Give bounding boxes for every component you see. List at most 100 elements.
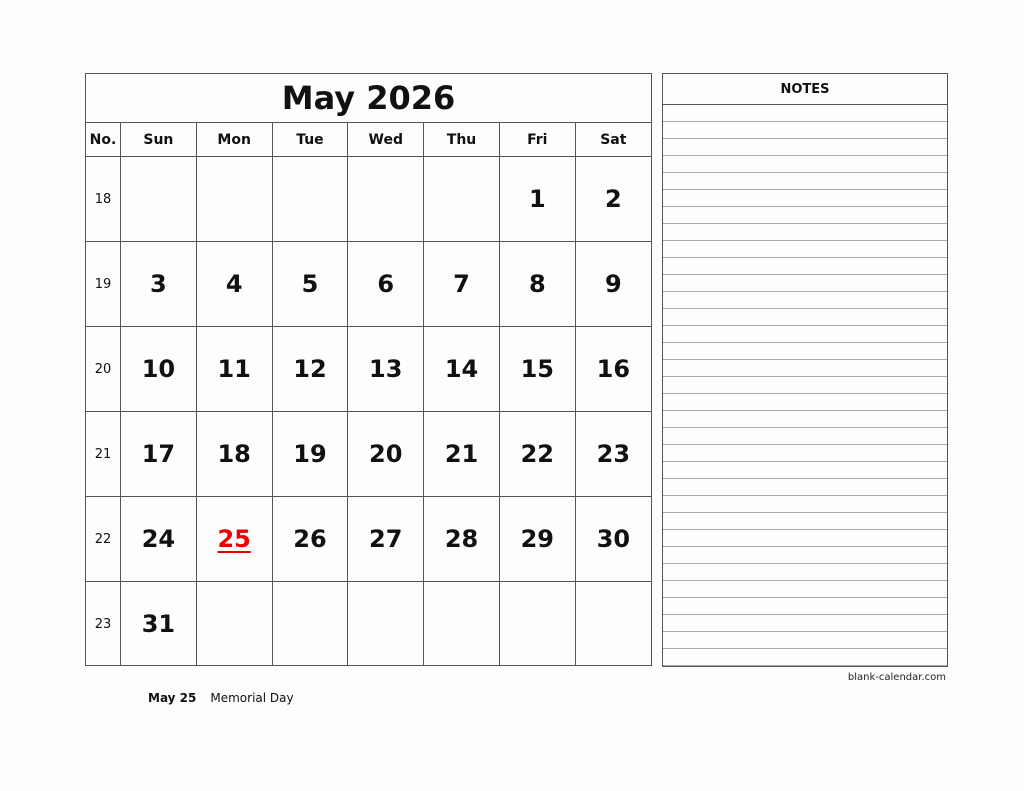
weekday-header: Wed <box>347 123 425 157</box>
day-cell[interactable]: 4 <box>195 241 273 327</box>
week-number-header: No. <box>86 123 121 157</box>
day-cell[interactable]: 13 <box>347 326 425 412</box>
day-cell[interactable] <box>423 581 500 666</box>
holiday-date: May 25 <box>148 691 197 705</box>
day-number: 19 <box>293 440 327 468</box>
site-credit: blank-calendar.com <box>847 672 946 683</box>
day-cell[interactable]: 2 <box>574 156 651 242</box>
week-number: 23 <box>86 581 121 666</box>
weekday-header: Tue <box>271 123 349 157</box>
day-cell[interactable]: 21 <box>423 411 500 497</box>
day-number: 14 <box>444 355 479 383</box>
day-cell[interactable]: 30 <box>574 496 651 582</box>
day-number: 23 <box>596 440 631 468</box>
calendar-title: May 2026 <box>86 74 651 123</box>
day-number: 15 <box>520 355 554 383</box>
day-cell[interactable]: 28 <box>423 496 500 582</box>
day-cell[interactable] <box>195 581 273 666</box>
day-cell[interactable]: 16 <box>574 326 651 412</box>
calendar-grid: No. Sun Mon Tue Wed Thu Fri Sat 18 1 2 19 3 4 5 6 7 8 9 20… <box>86 123 651 666</box>
day-number: 17 <box>141 440 176 468</box>
day-cell[interactable]: 18 <box>195 411 273 497</box>
day-cell[interactable] <box>271 156 349 242</box>
day-cell[interactable]: 31 <box>120 581 197 666</box>
week-row: 19 3 4 5 6 7 8 9 <box>86 241 651 327</box>
calendar: May 2026 No. Sun Mon Tue Wed Thu Fri Sat 18 1 2 19… <box>85 73 652 666</box>
day-number: 11 <box>217 355 251 383</box>
day-cell[interactable]: 15 <box>498 326 576 412</box>
week-number: 20 <box>86 326 121 412</box>
day-number: 7 <box>453 270 470 298</box>
day-cell[interactable]: 12 <box>271 326 349 412</box>
notes-title: NOTES <box>663 74 947 105</box>
day-cell[interactable]: 5 <box>271 241 349 327</box>
weekday-header: Sun <box>120 123 197 157</box>
week-row: 22 24 25 26 27 28 29 30 <box>86 496 651 582</box>
day-cell[interactable]: 17 <box>120 411 197 497</box>
week-number: 22 <box>86 496 121 582</box>
day-cell[interactable]: 24 <box>120 496 197 582</box>
day-cell[interactable]: 14 <box>423 326 500 412</box>
day-number: 20 <box>369 440 403 468</box>
day-cell[interactable]: 20 <box>347 411 425 497</box>
week-number: 21 <box>86 411 121 497</box>
day-number: 16 <box>596 355 631 383</box>
day-number: 26 <box>293 525 327 553</box>
day-number: 24 <box>141 525 176 553</box>
day-number: 12 <box>293 355 327 383</box>
day-number: 6 <box>377 270 395 298</box>
day-number: 29 <box>520 525 554 553</box>
notes-lines[interactable] <box>663 105 947 666</box>
day-cell[interactable] <box>347 156 425 242</box>
day-number: 31 <box>141 610 176 638</box>
holiday-list: May 25 Memorial Day <box>148 691 294 705</box>
week-row: 20 10 11 12 13 14 15 16 <box>86 326 651 412</box>
week-row: 18 1 2 <box>86 156 651 242</box>
day-number: 27 <box>369 525 403 553</box>
day-cell[interactable] <box>271 581 349 666</box>
day-number: 30 <box>596 525 631 553</box>
day-cell[interactable]: 23 <box>574 411 651 497</box>
day-cell[interactable]: 11 <box>195 326 273 412</box>
weekday-header: Fri <box>498 123 576 157</box>
day-cell[interactable] <box>498 581 576 666</box>
day-number: 13 <box>369 355 403 383</box>
notes-panel: NOTES <box>662 73 948 667</box>
day-number: 25 <box>217 525 251 553</box>
day-cell[interactable]: 3 <box>120 241 197 327</box>
day-number: 8 <box>528 270 546 298</box>
day-cell[interactable] <box>574 581 651 666</box>
day-cell[interactable]: 6 <box>347 241 425 327</box>
day-cell[interactable]: 7 <box>423 241 500 327</box>
day-number: 5 <box>301 270 319 298</box>
day-number: 22 <box>520 440 554 468</box>
day-cell[interactable]: 19 <box>271 411 349 497</box>
day-cell[interactable]: 29 <box>498 496 576 582</box>
day-number: 18 <box>217 440 251 468</box>
day-cell[interactable] <box>195 156 273 242</box>
weekday-header: Thu <box>423 123 500 157</box>
week-row: 23 31 <box>86 581 651 666</box>
day-cell[interactable]: 25 <box>195 496 273 582</box>
weekday-header: Sat <box>574 123 651 157</box>
day-number: 28 <box>444 525 479 553</box>
day-cell[interactable]: 10 <box>120 326 197 412</box>
day-number: 2 <box>604 185 622 213</box>
day-number: 9 <box>604 270 622 298</box>
day-cell[interactable]: 27 <box>347 496 425 582</box>
day-cell[interactable]: 22 <box>498 411 576 497</box>
weekday-header: Mon <box>195 123 273 157</box>
week-number: 19 <box>86 241 121 327</box>
day-cell[interactable]: 1 <box>498 156 576 242</box>
day-cell[interactable]: 26 <box>271 496 349 582</box>
day-cell[interactable]: 9 <box>574 241 651 327</box>
day-cell[interactable] <box>120 156 197 242</box>
day-cell[interactable] <box>347 581 425 666</box>
day-number: 1 <box>528 185 546 213</box>
week-number: 18 <box>86 156 121 242</box>
day-number: 21 <box>444 440 479 468</box>
day-cell[interactable] <box>423 156 500 242</box>
week-row: 21 17 18 19 20 21 22 23 <box>86 411 651 497</box>
day-cell[interactable]: 8 <box>498 241 576 327</box>
day-number: 3 <box>150 270 167 298</box>
